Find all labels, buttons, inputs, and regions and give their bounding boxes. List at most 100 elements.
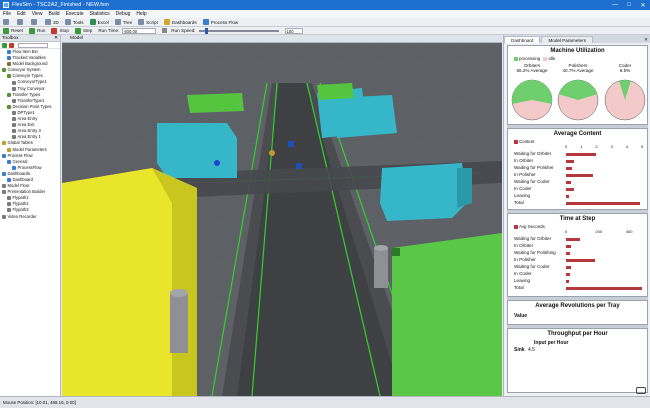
orbiters-caption: Orbiters 56.2% Average: [516, 63, 548, 73]
toolbar-dashboards-label: Dashboards: [171, 19, 197, 25]
tab-dashboard[interactable]: Dashboard: [504, 36, 541, 43]
new-button[interactable]: [3, 19, 11, 25]
toolbar-tree-button[interactable]: Tree: [114, 19, 132, 25]
open-button[interactable]: [17, 19, 25, 25]
throughput-widget: Throughput per Hour Input per Hour Sink …: [507, 328, 648, 393]
run-speed-field[interactable]: 100: [284, 27, 303, 34]
process-flow-icon: [202, 19, 209, 25]
toolbox-search-input[interactable]: [18, 42, 48, 48]
close-button[interactable]: ✕: [636, 0, 650, 10]
machine-green-right[interactable]: [392, 233, 502, 396]
bar-row-label: Waiting for Coder: [514, 179, 550, 184]
machine-cyan-right[interactable]: [380, 163, 467, 221]
menu-edit[interactable]: Edit: [17, 11, 26, 17]
tray-item-2: [296, 163, 302, 169]
tree-item-icon: [12, 86, 16, 91]
save-button[interactable]: [31, 19, 39, 25]
menu-debug[interactable]: Debug: [116, 11, 131, 17]
tab-model-parameters[interactable]: Model Parameters: [541, 36, 594, 43]
model-scene[interactable]: [62, 43, 502, 396]
tree-item-icon: [2, 171, 6, 176]
reset-button[interactable]: Reset: [3, 27, 24, 34]
reset-label: Reset: [11, 28, 24, 33]
toolbar-3d-button[interactable]: 3D: [45, 19, 59, 25]
toolbox-close-icon[interactable]: ✕: [54, 35, 60, 41]
machine-green-back[interactable]: [317, 83, 354, 100]
bar: [566, 286, 642, 290]
bar-row-label: Waiting for Polisher: [514, 165, 554, 170]
machine-cyan-left[interactable]: [157, 123, 237, 178]
run-label: Run: [37, 28, 46, 33]
add-icon[interactable]: [2, 42, 7, 48]
menu-file[interactable]: File: [3, 11, 11, 17]
tab-model[interactable]: Model: [62, 35, 502, 43]
run-button[interactable]: Run: [29, 27, 46, 34]
menu-bar: File Edit View Build Execute Statistics …: [0, 10, 650, 18]
axis-tick-label: 4: [625, 144, 629, 149]
toolbar-script-label: Script: [146, 19, 158, 25]
stop-button[interactable]: Stop: [51, 27, 69, 34]
tree-item-icon: [2, 184, 6, 189]
seconds-legend: Avg Seconds: [519, 224, 545, 229]
toolbar-tools-button[interactable]: Tools: [64, 19, 84, 25]
right-panel: Dashboard Model Parameters ✕ Machine Uti…: [503, 35, 650, 396]
utilization-title: Machine Utilization: [550, 48, 605, 54]
menu-help[interactable]: Help: [136, 11, 146, 17]
menu-build[interactable]: Build: [48, 11, 59, 17]
menu-statistics[interactable]: Statistics: [90, 11, 110, 17]
average-content-legend: Content: [514, 139, 534, 144]
dashboard-icon: [163, 19, 170, 25]
remove-icon[interactable]: [9, 42, 14, 48]
toolbar-dashboards-button[interactable]: Dashboards: [163, 19, 197, 25]
step-button[interactable]: Step: [74, 27, 92, 34]
legend-processing: processing: [519, 56, 541, 61]
model-3d-view[interactable]: Model: [62, 35, 502, 396]
bar-row-label: Waiting for Coder: [514, 264, 550, 269]
title-bar: FlexSim - TSC2A2_Finished - NEW.fsm — □ …: [0, 0, 650, 10]
menu-execute[interactable]: Execute: [66, 11, 84, 17]
toolbox-panel: Toolbox ✕ Flow Item Bin Tracked Variables…: [0, 35, 61, 396]
tree-item-icon: [7, 202, 11, 207]
revolutions-widget: Average Revolutions per Tray Value: [507, 300, 648, 325]
window-controls: — □ ✕: [608, 0, 650, 10]
toolbar-3d-label: 3D: [53, 19, 59, 25]
cube-icon: [45, 19, 51, 25]
run-time-label: Run Time:: [98, 28, 120, 33]
run-speed-thumb[interactable]: [204, 27, 208, 34]
bar: [566, 237, 580, 241]
axis-tick-label: 400: [625, 229, 633, 234]
toolbar-excel-button[interactable]: Excel: [89, 19, 109, 25]
pillar-right: [374, 248, 388, 288]
panel-close-icon[interactable]: ✕: [644, 37, 650, 43]
tree-item-icon: [7, 147, 11, 152]
toolbar-script-button[interactable]: Script: [138, 19, 158, 25]
bar: [566, 194, 570, 198]
run-speed-slider[interactable]: [198, 27, 279, 34]
throughput-row-value: 4.5: [528, 347, 535, 353]
minimize-button[interactable]: —: [608, 0, 622, 10]
bar-row-label: In Polisher: [514, 257, 536, 262]
gamepad-icon[interactable]: [636, 387, 646, 394]
toolbox-title: Toolbox: [2, 36, 19, 41]
toolbar-processflow-button[interactable]: Process Flow: [202, 19, 238, 25]
flexsim-logo-icon: [3, 2, 9, 8]
bar-row-label: Waiting for Orbiter: [514, 236, 552, 241]
toolbox-tree-item[interactable]: Video Recorder: [0, 214, 60, 220]
run-time-field[interactable]: 600.00: [122, 27, 157, 34]
dropdown-icon[interactable]: [162, 28, 168, 33]
bar: [566, 159, 574, 163]
machine-green-left[interactable]: [187, 93, 244, 113]
utilization-widget: Machine Utilization processing idle Orbi…: [507, 45, 648, 125]
tree-item-icon: [2, 68, 6, 73]
menu-view[interactable]: View: [32, 11, 43, 17]
polishers-average: 40.7% Average: [562, 68, 594, 73]
maximize-button[interactable]: □: [622, 0, 636, 10]
bar-row-label: In Orbiter: [514, 158, 534, 163]
toolbox-header: Toolbox ✕: [0, 35, 60, 42]
orbiters-average: 56.2% Average: [516, 68, 548, 73]
bar: [566, 272, 570, 276]
machine-cyan-back[interactable]: [332, 95, 397, 138]
tree-item-icon: [7, 50, 11, 55]
axis-tick-label: 3: [610, 144, 613, 149]
status-bar: Mouse Position: [10.01, 488.16, 0.00]: [0, 396, 650, 408]
